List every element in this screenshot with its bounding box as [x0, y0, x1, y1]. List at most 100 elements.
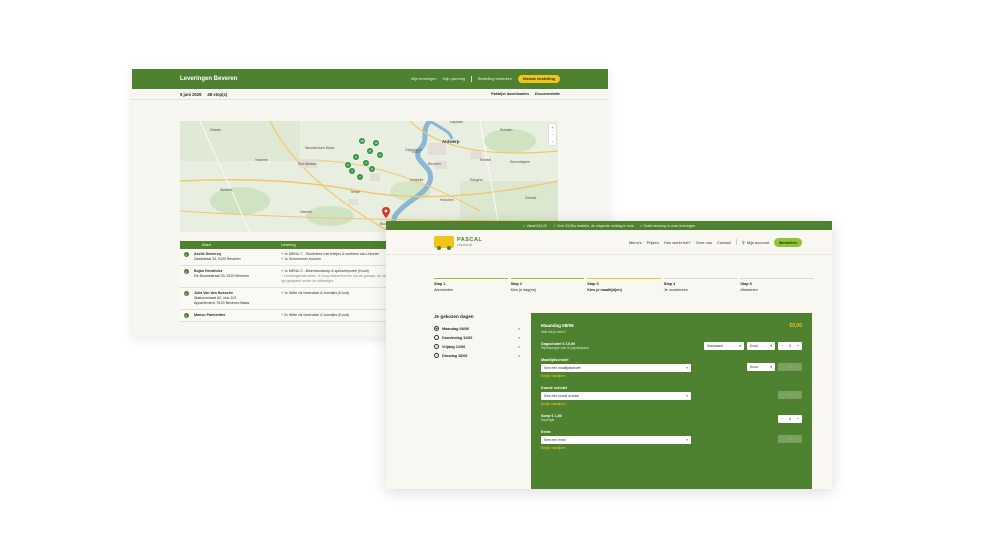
remove-day-icon[interactable]: × — [518, 336, 520, 340]
remove-day-icon[interactable]: × — [518, 345, 520, 349]
step-label: Je voorkeuren — [663, 288, 688, 292]
documentation-link[interactable]: Documentatie — [535, 92, 560, 96]
delivery-cluster-marker[interactable]: 4 — [362, 159, 370, 167]
map-place-label: Zoersel — [525, 196, 537, 200]
map-place-label: Temse — [350, 190, 360, 194]
ordering-webshop-window: ✓ Vanaf €10,00 ✓ Voor 23:59u bestelld, d… — [386, 221, 832, 489]
meal-dish-select[interactable]: Kies een maaltijdschotel ▾ — [541, 364, 691, 372]
map-place-label: Kruibeke — [410, 178, 423, 182]
nav-my-planning[interactable]: Mijn planning — [443, 77, 465, 81]
chosen-day-item[interactable]: Dinsdag 16/06 × — [434, 351, 520, 360]
my-account-link[interactable]: ⚲ Mijn account — [742, 240, 769, 245]
extra-select[interactable]: Kies een extra ▾ — [541, 436, 691, 444]
svg-text:12: 12 — [374, 141, 378, 145]
quantity-stepper-disabled[interactable]: −0 + — [778, 435, 802, 443]
delivery-cluster-marker[interactable]: 5 — [368, 165, 376, 173]
chosen-day-item[interactable]: Donderdag 11/06 × — [434, 333, 520, 342]
radio-icon[interactable] — [434, 335, 439, 340]
new-order-button[interactable]: Nieuwe bestelling — [517, 75, 560, 83]
chevron-down-icon: ▾ — [770, 365, 772, 369]
nav-menus[interactable]: Menu's — [629, 240, 642, 245]
panel-header: Maandag 08/06 Wat wil je eten? €0,00 — [541, 323, 802, 334]
usp-item: ✓ Vanaf €10,00 — [522, 223, 548, 228]
delivery-map[interactable]: 15 8 12 6 4 9 3 7 5 2 Antwerp Sint-Niklaas Beveren K… — [180, 121, 558, 232]
map-place-label: Hamme — [300, 210, 312, 214]
delivery-cluster-marker[interactable]: 6 — [352, 153, 360, 161]
step-number: Stap 1 — [434, 282, 446, 286]
step-label: Kies je dag(en) — [510, 288, 537, 292]
nav-edit-order[interactable]: Bestelling bewerken — [478, 77, 512, 81]
quantity-stepper-disabled[interactable]: −0 + — [778, 391, 802, 399]
col-customer: Klant — [202, 243, 211, 247]
delivery-cluster-marker[interactable]: 7 — [356, 173, 364, 181]
size-select[interactable]: Standaard ▾ — [704, 342, 744, 350]
brand-logo[interactable]: PASCAL TRAITEUR — [434, 236, 482, 250]
day-label: Vrijdag 12/06 — [442, 344, 466, 349]
step-label: Aanmelden — [434, 288, 454, 292]
dashboard-title: Leveringen Beveren — [180, 76, 238, 82]
delivery-cluster-marker[interactable]: 8 — [366, 147, 374, 155]
map-canvas: 15812 649 375 2 Antwerp Sint-Niklaas Beveren K… — [180, 121, 558, 232]
order-button[interactable]: Bestellen — [774, 237, 802, 247]
delivery-date: 5 juni 2026 — [180, 91, 202, 97]
delivery-cluster-marker[interactable]: 12 — [372, 139, 380, 147]
checkout-step-2[interactable]: Stap 2 Kies je dag(en) — [510, 278, 585, 292]
delivery-cluster-marker[interactable]: 2 — [344, 161, 352, 169]
step-number: Stap 5 — [740, 282, 752, 286]
checkout-steps: Stap 1 Aanmelden Stap 2 Kies je dag(en) Stap… — [434, 278, 814, 292]
map-place-label: Stekene — [220, 188, 233, 192]
delivery-cluster-marker[interactable]: 15 — [358, 137, 366, 145]
radio-icon[interactable] — [434, 353, 439, 358]
remove-day-icon[interactable]: × — [518, 354, 520, 358]
map-zoom-controls: + − ◦ — [549, 124, 556, 145]
zoom-out-icon[interactable]: − — [549, 131, 556, 138]
map-place-label: Zelzate — [210, 128, 221, 132]
step-label: Kies je maaltijd(en) — [587, 288, 622, 292]
radio-icon[interactable] — [434, 326, 439, 331]
checkout-step-1[interactable]: Stap 1 Aanmelden — [434, 278, 508, 292]
map-place-label: Vrasene — [255, 158, 268, 162]
stop-count: 48 stop(s) — [207, 91, 228, 97]
plus-icon[interactable]: + — [794, 415, 802, 423]
zoom-in-icon[interactable]: + — [549, 124, 556, 131]
chevron-down-icon: ▾ — [686, 366, 688, 370]
chosen-day-item[interactable]: Maandag 08/06 × — [434, 324, 520, 333]
minus-icon[interactable]: − — [778, 415, 786, 423]
col-delivery: Levering — [281, 243, 296, 247]
quantity-stepper-disabled[interactable]: −0 + — [778, 363, 802, 371]
map-place-label: Schoten — [500, 128, 513, 132]
chevron-down-icon: ▾ — [686, 394, 688, 398]
quantity-stepper[interactable]: −0 + — [778, 342, 802, 350]
nav-my-deliveries[interactable]: Mijn leveringen — [411, 77, 437, 81]
checkout-step-5[interactable]: Stap 5 Afrekenen — [740, 278, 814, 292]
temperature-select[interactable]: Koud ▾ — [747, 342, 775, 350]
minus-icon[interactable]: − — [778, 342, 786, 350]
dashboard-nav: Mijn leveringen Mijn planning Bestelling… — [411, 75, 560, 83]
nav-about[interactable]: Over ons — [696, 240, 712, 245]
quantity-stepper[interactable]: −0 + — [778, 415, 802, 423]
remove-day-icon[interactable]: × — [518, 327, 520, 331]
dashboard-header: Leveringen Beveren Mijn leveringen Mijn … — [132, 69, 608, 89]
step-number: Stap 3 — [587, 282, 599, 286]
view-meals-link[interactable]: Bekijk maaltijden — [541, 402, 802, 406]
view-meals-link[interactable]: Bekijk maaltijden — [541, 446, 802, 450]
download-packing-slip-link[interactable]: Pakbijst downloaden — [491, 92, 529, 96]
nav-how-it-works[interactable]: Hoe werkt het? — [664, 240, 691, 245]
chosen-days-title: Je gekozen dagen — [434, 314, 474, 319]
locate-icon[interactable]: ◦ — [549, 138, 556, 145]
plus-icon[interactable]: + — [794, 342, 802, 350]
checkout-step-3[interactable]: Stap 3 Kies je maaltijd(en) — [587, 278, 661, 292]
view-meals-link[interactable]: Bekijk maaltijden — [541, 374, 802, 378]
chosen-day-item[interactable]: Vrijdag 12/06 × — [434, 342, 520, 351]
cold-dish-row: Koude schotel Kies een koude schotel ▾ Be… — [541, 386, 802, 406]
day-label: Maandag 08/06 — [442, 326, 470, 331]
delivery-cluster-marker[interactable]: 9 — [376, 151, 384, 159]
checkout-step-4[interactable]: Stap 4 Je voorkeuren — [663, 278, 738, 292]
cold-dish-select[interactable]: Kies een koude schotel ▾ — [541, 392, 691, 400]
svg-text:15: 15 — [360, 139, 364, 143]
radio-icon[interactable] — [434, 344, 439, 349]
delivery-cluster-marker[interactable]: 3 — [348, 167, 356, 175]
nav-prices[interactable]: Prijzen — [647, 240, 659, 245]
nav-contact[interactable]: Contact — [717, 240, 731, 245]
temperature-select[interactable]: Koud ▾ — [747, 363, 775, 371]
